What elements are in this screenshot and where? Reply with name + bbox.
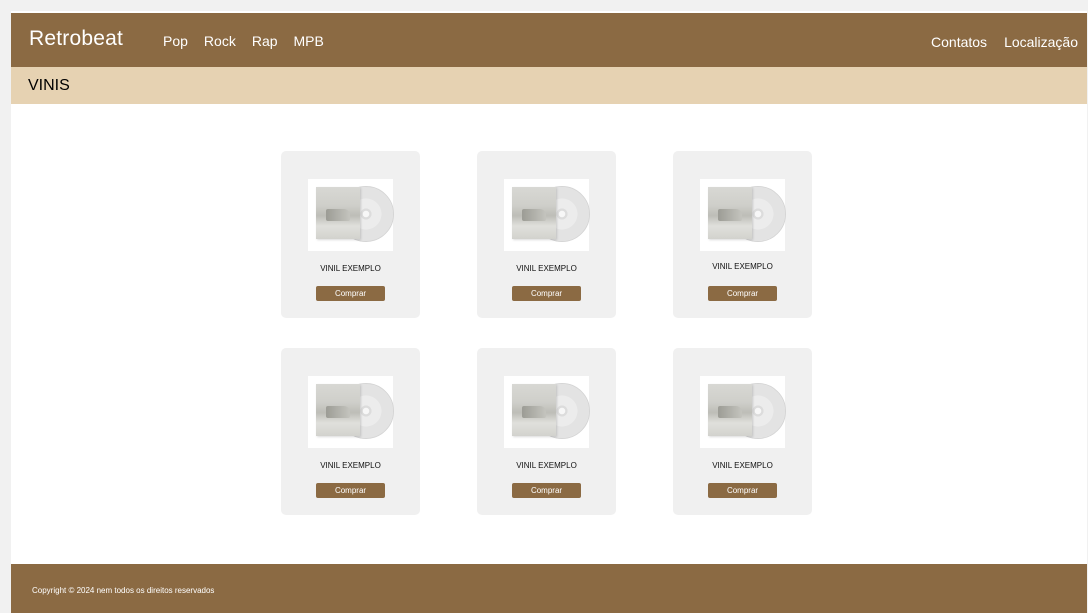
product-image[interactable] [504,376,590,448]
album-cover-image [512,384,556,436]
buy-button[interactable]: Comprar [512,286,581,301]
product-image[interactable] [308,376,394,448]
footer: Copyright © 2024 nem todos os direitos r… [11,564,1087,613]
product-card: VINIL EXEMPLO Comprar [281,348,420,515]
product-title: VINIL EXEMPLO [712,262,773,271]
product-image[interactable] [504,179,590,251]
product-card: VINIL EXEMPLO Comprar [673,151,812,318]
product-card: VINIL EXEMPLO Comprar [477,348,616,515]
product-card: VINIL EXEMPLO Comprar [281,151,420,318]
product-image[interactable] [700,179,786,251]
buy-button[interactable]: Comprar [316,286,385,301]
page: Retrobeat Pop Rock Rap MPB Contatos Loca… [11,11,1087,613]
product-title: VINIL EXEMPLO [516,461,577,470]
buy-button[interactable]: Comprar [512,483,581,498]
buy-button[interactable]: Comprar [708,483,777,498]
copyright-text: Copyright © 2024 nem todos os direitos r… [32,586,215,595]
product-title: VINIL EXEMPLO [712,461,773,470]
album-cover-image [708,187,752,239]
product-title: VINIL EXEMPLO [516,264,577,273]
product-title: VINIL EXEMPLO [320,264,381,273]
album-cover-image [512,187,556,239]
browser-viewport: Retrobeat Pop Rock Rap MPB Contatos Loca… [0,0,1088,613]
product-card: VINIL EXEMPLO Comprar [673,348,812,515]
album-cover-image [708,384,752,436]
product-grid: VINIL EXEMPLO Comprar VINIL EXEMPLO Comp… [11,11,1087,613]
album-cover-image [316,384,360,436]
buy-button[interactable]: Comprar [316,483,385,498]
album-cover-image [316,187,360,239]
product-card: VINIL EXEMPLO Comprar [477,151,616,318]
product-image[interactable] [700,376,786,448]
product-image[interactable] [308,179,394,251]
product-title: VINIL EXEMPLO [320,461,381,470]
buy-button[interactable]: Comprar [708,286,777,301]
